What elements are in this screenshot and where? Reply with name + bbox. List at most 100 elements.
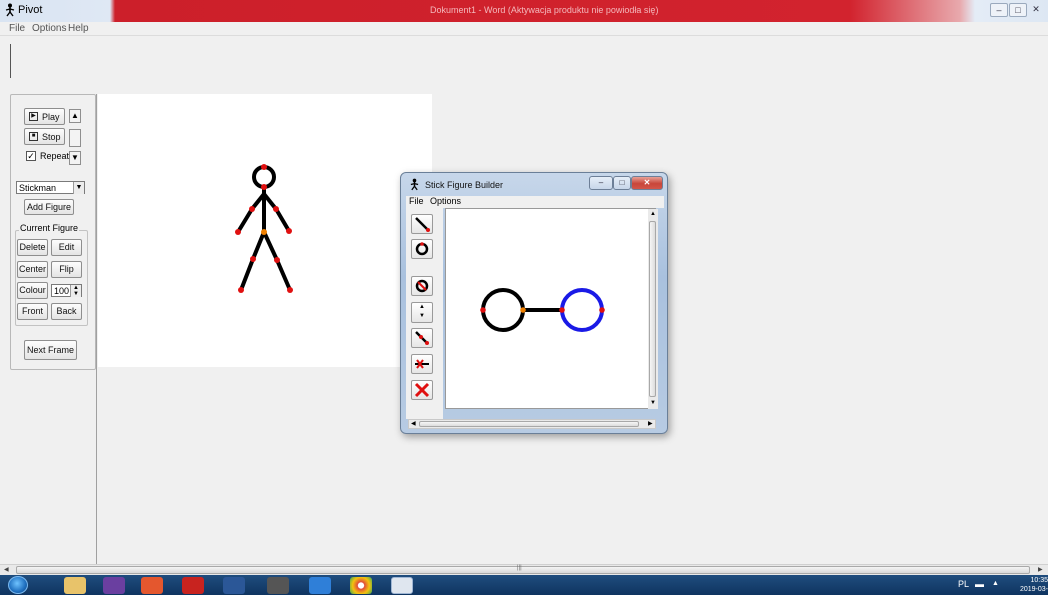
no-circle-tool-icon: [415, 279, 429, 293]
visual-studio-icon[interactable]: [103, 577, 125, 594]
word-icon[interactable]: [223, 577, 245, 594]
play-button[interactable]: ▶ Play: [24, 108, 65, 125]
scrollbar-thumb[interactable]: |||: [16, 565, 1030, 574]
pivot-joint[interactable]: [261, 229, 267, 235]
frames-strip: [0, 37, 1048, 89]
clock-date: 2019-03-22: [1019, 586, 1048, 593]
pivot-app-icon: [410, 178, 419, 191]
repeat-checkbox[interactable]: ✓: [26, 151, 36, 161]
builder-figure[interactable]: [446, 209, 646, 408]
scroll-left-icon[interactable]: ◀: [411, 420, 416, 427]
stop-button[interactable]: ■ Stop: [24, 128, 65, 145]
colour-button[interactable]: Colour: [17, 282, 48, 299]
scroll-up-icon[interactable]: ▲: [650, 211, 656, 217]
no-circle-tool-button[interactable]: [411, 276, 433, 296]
stop-label: Stop: [42, 132, 61, 142]
stickman-figure[interactable]: [98, 94, 432, 367]
maximize-button[interactable]: □: [1009, 3, 1027, 17]
tray-expand-icon[interactable]: ▲: [992, 580, 999, 587]
delete-tool-button[interactable]: [411, 380, 433, 400]
dialog-menu-file[interactable]: File: [409, 196, 424, 206]
grip-icon: |||: [517, 565, 522, 571]
circle-tool-icon: [415, 242, 429, 256]
frames-strip-divider: [10, 44, 11, 78]
center-button[interactable]: Center: [17, 261, 48, 278]
workspace-divider: [96, 94, 97, 564]
back-button[interactable]: Back: [51, 303, 82, 320]
control-panel: ▶ Play ▲ ■ Stop ✓ Repeat ▼ Stickman ▼ Ad…: [10, 94, 96, 370]
circle-tool-button[interactable]: [411, 239, 433, 259]
front-button[interactable]: Front: [17, 303, 48, 320]
dialog-horizontal-scrollbar[interactable]: ◀ ▶: [408, 419, 656, 429]
current-figure-label: Current Figure: [19, 223, 80, 233]
media-player-icon[interactable]: [141, 577, 163, 594]
dialog-vscroll-thumb[interactable]: [649, 221, 656, 397]
minimize-button[interactable]: –: [990, 3, 1008, 17]
dialog-vertical-scrollbar[interactable]: ▲ ▼: [648, 209, 658, 409]
dialog-close-button[interactable]: ✕: [631, 176, 663, 190]
line-tool-button[interactable]: [411, 214, 433, 234]
start-button[interactable]: [8, 576, 28, 594]
explorer-icon[interactable]: [64, 577, 86, 594]
chevron-down-icon: ▼: [73, 182, 84, 194]
close-button[interactable]: ✕: [1028, 3, 1044, 17]
segment-tool-icon: [415, 331, 429, 345]
chrome-icon[interactable]: [350, 577, 372, 594]
segment-tool-button[interactable]: [411, 328, 433, 348]
split-tool-button[interactable]: [411, 354, 433, 374]
dialog-title: Stick Figure Builder: [425, 180, 504, 190]
pivot-app-icon: [5, 3, 15, 17]
edit-button[interactable]: Edit: [51, 239, 82, 256]
thickness-stepper[interactable]: ▲ ▼: [411, 302, 433, 323]
colour-value-stepper[interactable]: 100 ▲ ▼: [51, 284, 82, 297]
taskbar: PL ▬ ▲ 10:35 2019-03-22: [0, 575, 1048, 595]
delete-button[interactable]: Delete: [17, 239, 48, 256]
pdf-reader-icon[interactable]: [182, 577, 204, 594]
dialog-menu-options[interactable]: Options: [430, 196, 461, 206]
colour-value: 100: [54, 286, 70, 296]
play-label: Play: [42, 112, 60, 122]
builder-toolbar: ▲ ▼: [406, 208, 443, 419]
next-frame-button[interactable]: Next Frame: [24, 340, 77, 360]
delete-x-icon: [414, 382, 430, 398]
line-tool-icon: [415, 217, 430, 232]
stop-icon: ■: [29, 132, 38, 141]
dialog-menu-bar: File Options: [406, 196, 664, 208]
scroll-right-icon[interactable]: ▶: [1038, 566, 1043, 573]
dialog-hscroll-thumb[interactable]: [419, 421, 639, 427]
dialog-minimize-button[interactable]: –: [589, 176, 613, 190]
scroll-down-icon[interactable]: ▼: [650, 400, 656, 406]
network-icon[interactable]: ▬: [975, 579, 984, 589]
scroll-left-icon[interactable]: ◀: [4, 566, 9, 573]
horizontal-scrollbar[interactable]: ◀ ||| ▶: [0, 564, 1048, 575]
animation-canvas[interactable]: [98, 94, 432, 367]
flip-button[interactable]: Flip: [51, 261, 82, 278]
media-icon[interactable]: [267, 577, 289, 594]
repeat-label: Repeat: [40, 151, 70, 161]
play-icon: ▶: [29, 112, 38, 121]
scroll-down-button[interactable]: ▼: [69, 151, 81, 165]
language-indicator[interactable]: PL: [958, 579, 969, 589]
scroll-right-icon[interactable]: ▶: [648, 420, 653, 427]
window-title: Pivot: [18, 4, 43, 16]
speed-slider-thumb[interactable]: [69, 129, 81, 147]
figure-type-value: Stickman: [19, 183, 57, 193]
add-figure-button[interactable]: Add Figure: [24, 199, 74, 215]
clock-time: 10:35: [1030, 577, 1048, 584]
clock[interactable]: 10:35 2019-03-22: [1014, 576, 1048, 595]
split-tool-icon: [415, 359, 429, 369]
menu-bar: File Options Help: [0, 22, 1048, 36]
menu-file[interactable]: File: [9, 23, 25, 34]
menu-help[interactable]: Help: [68, 23, 89, 34]
pivot-taskbar-icon[interactable]: [391, 577, 413, 594]
stepper-icon: ▲ ▼: [70, 285, 81, 297]
background-window-caption: Dokument1 - Word (Aktywacja produktu nie…: [430, 5, 659, 15]
builder-canvas[interactable]: [445, 208, 656, 409]
dialog-maximize-button[interactable]: □: [613, 176, 631, 190]
stick-figure-builder-dialog: Stick Figure Builder – □ ✕ File Options …: [400, 172, 668, 434]
internet-explorer-icon[interactable]: [309, 577, 331, 594]
menu-options[interactable]: Options: [32, 23, 66, 34]
scroll-up-button[interactable]: ▲: [69, 109, 81, 123]
figure-type-select[interactable]: Stickman ▼: [16, 181, 85, 194]
title-bar: Pivot Dokument1 - Word (Aktywacja produk…: [0, 0, 1048, 22]
